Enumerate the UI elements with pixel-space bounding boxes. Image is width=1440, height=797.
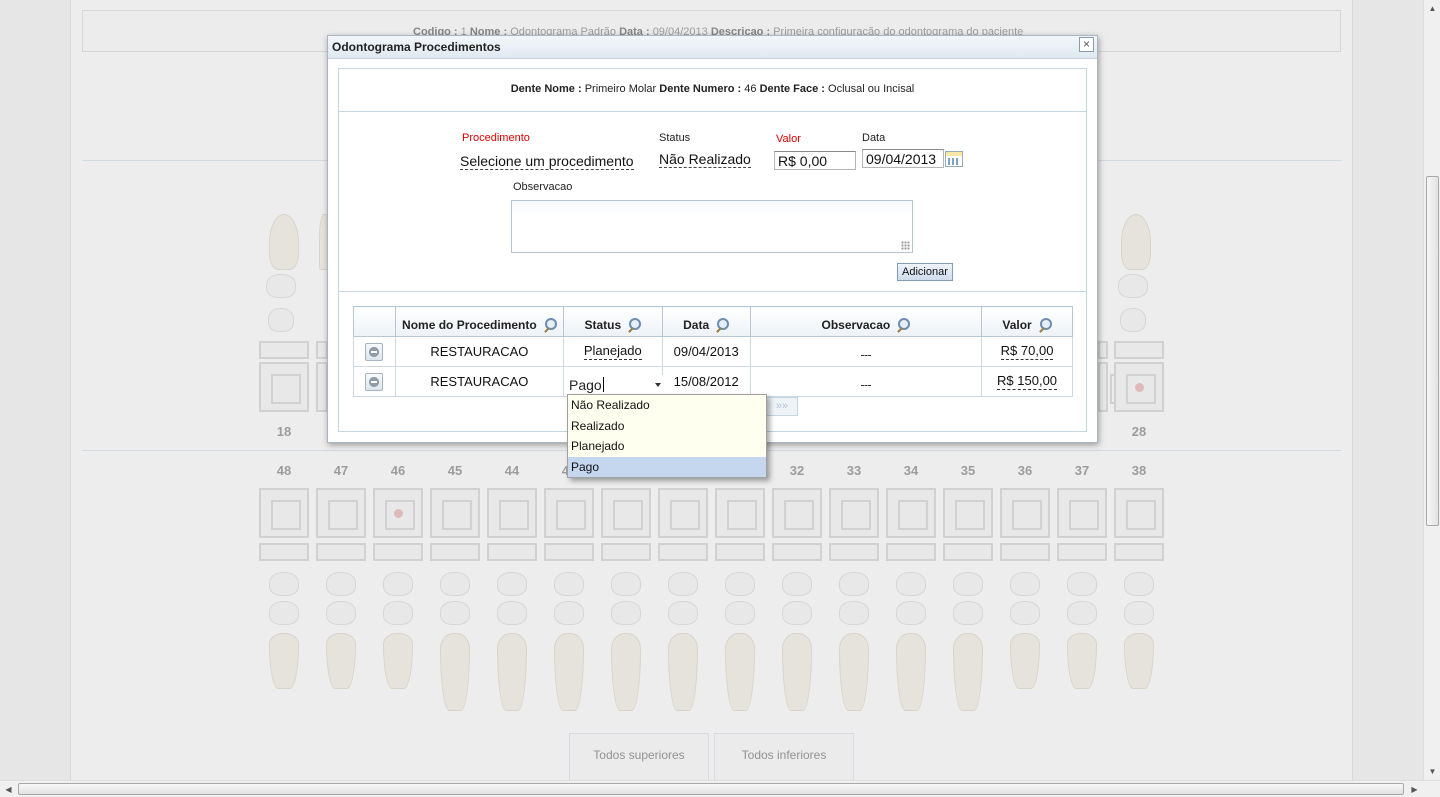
- filter-icon[interactable]: [1038, 317, 1052, 332]
- nome-cell: RESTAURACAO: [394, 366, 564, 397]
- status-edit-select[interactable]: Pago: [566, 375, 666, 395]
- column-header-data[interactable]: Data: [661, 306, 751, 337]
- data-cell[interactable]: 09/04/2013: [661, 336, 751, 367]
- data-label: Data: [862, 132, 886, 144]
- actions-column-header: [353, 306, 396, 337]
- status-value[interactable]: Planejado: [583, 343, 642, 360]
- dialog-title: Odontograma Procedimentos: [332, 40, 501, 54]
- procedures-dialog: Odontograma Procedimentos × Dente Nome :…: [327, 35, 1098, 443]
- close-button[interactable]: ×: [1079, 37, 1094, 52]
- table-row: RESTAURACAO 15/08/2012 R$ 150,00: [353, 366, 1073, 397]
- divider: [339, 291, 1086, 292]
- status-option-realizado[interactable]: Realizado: [568, 416, 766, 437]
- remove-cell: [353, 366, 396, 397]
- resize-grip-icon[interactable]: [901, 241, 910, 250]
- procedimento-label: Procedimento: [462, 132, 530, 144]
- status-dropdown-list: Não Realizado Realizado Planejado Pago: [567, 394, 767, 478]
- add-button[interactable]: Adicionar: [897, 263, 953, 281]
- status-select[interactable]: Não Realizado: [659, 151, 751, 168]
- procedures-table: Nome do Procedimento Status Data Observa…: [353, 306, 1073, 397]
- dialog-header: Odontograma Procedimentos ×: [328, 36, 1097, 59]
- valor-value[interactable]: R$ 70,00: [1000, 343, 1054, 360]
- observacao-textarea[interactable]: [511, 200, 913, 253]
- column-header-status[interactable]: Status: [562, 306, 663, 337]
- table-header-row: Nome do Procedimento Status Data Observa…: [353, 306, 1073, 337]
- filter-icon[interactable]: [543, 317, 557, 332]
- status-option-nao-realizado[interactable]: Não Realizado: [568, 395, 766, 416]
- scroll-up-icon[interactable]: ▲: [1424, 0, 1440, 17]
- filter-icon[interactable]: [896, 317, 911, 332]
- vertical-scroll-thumb[interactable]: [1426, 176, 1439, 526]
- valor-label: Valor: [776, 133, 801, 145]
- chevron-down-icon[interactable]: [655, 383, 661, 387]
- dialog-content: Dente Nome : Primeiro Molar Dente Numero…: [338, 68, 1087, 432]
- valor-value[interactable]: R$ 150,00: [997, 373, 1058, 390]
- tooth-info: Dente Nome : Primeiro Molar Dente Numero…: [339, 69, 1086, 112]
- data-input[interactable]: [862, 149, 944, 168]
- remove-cell: [353, 336, 396, 367]
- column-header-nome[interactable]: Nome do Procedimento: [394, 306, 564, 337]
- observacao-value[interactable]: [860, 344, 871, 356]
- observacao-cell[interactable]: [749, 366, 983, 397]
- scroll-down-icon[interactable]: ▼: [1424, 763, 1440, 780]
- valor-cell[interactable]: R$ 150,00: [981, 366, 1073, 397]
- horizontal-scroll-thumb[interactable]: [18, 783, 1404, 795]
- horizontal-scrollbar[interactable]: ◀ ▶: [0, 780, 1440, 797]
- status-option-pago[interactable]: Pago: [568, 456, 766, 477]
- pager-next-button[interactable]: »»: [766, 397, 798, 416]
- scroll-right-icon[interactable]: ▶: [1406, 781, 1423, 797]
- vertical-scrollbar[interactable]: ▲ ▼: [1423, 0, 1440, 780]
- valor-cell[interactable]: R$ 70,00: [981, 336, 1073, 367]
- filter-icon[interactable]: [627, 317, 642, 332]
- calendar-icon[interactable]: [945, 151, 963, 167]
- status-cell[interactable]: Planejado: [562, 336, 663, 367]
- nome-cell: RESTAURACAO: [394, 336, 564, 367]
- column-header-observacao[interactable]: Observacao: [749, 306, 983, 337]
- remove-icon[interactable]: [365, 372, 384, 391]
- data-cell[interactable]: 15/08/2012: [661, 366, 751, 397]
- valor-input[interactable]: [774, 151, 856, 170]
- column-header-valor[interactable]: Valor: [981, 306, 1073, 337]
- remove-icon[interactable]: [365, 342, 384, 361]
- observacao-cell[interactable]: [749, 336, 983, 367]
- table-row: RESTAURACAO Planejado 09/04/2013 R$ 70,0…: [353, 336, 1073, 367]
- status-option-planejado[interactable]: Planejado: [568, 436, 766, 457]
- scroll-left-icon[interactable]: ◀: [0, 781, 17, 797]
- procedimento-select[interactable]: Selecione um procedimento: [460, 153, 634, 170]
- status-label: Status: [659, 132, 691, 144]
- observacao-label: Observacao: [513, 181, 573, 193]
- filter-icon[interactable]: [715, 317, 730, 332]
- text-cursor: [602, 377, 604, 392]
- observacao-value[interactable]: [860, 374, 871, 386]
